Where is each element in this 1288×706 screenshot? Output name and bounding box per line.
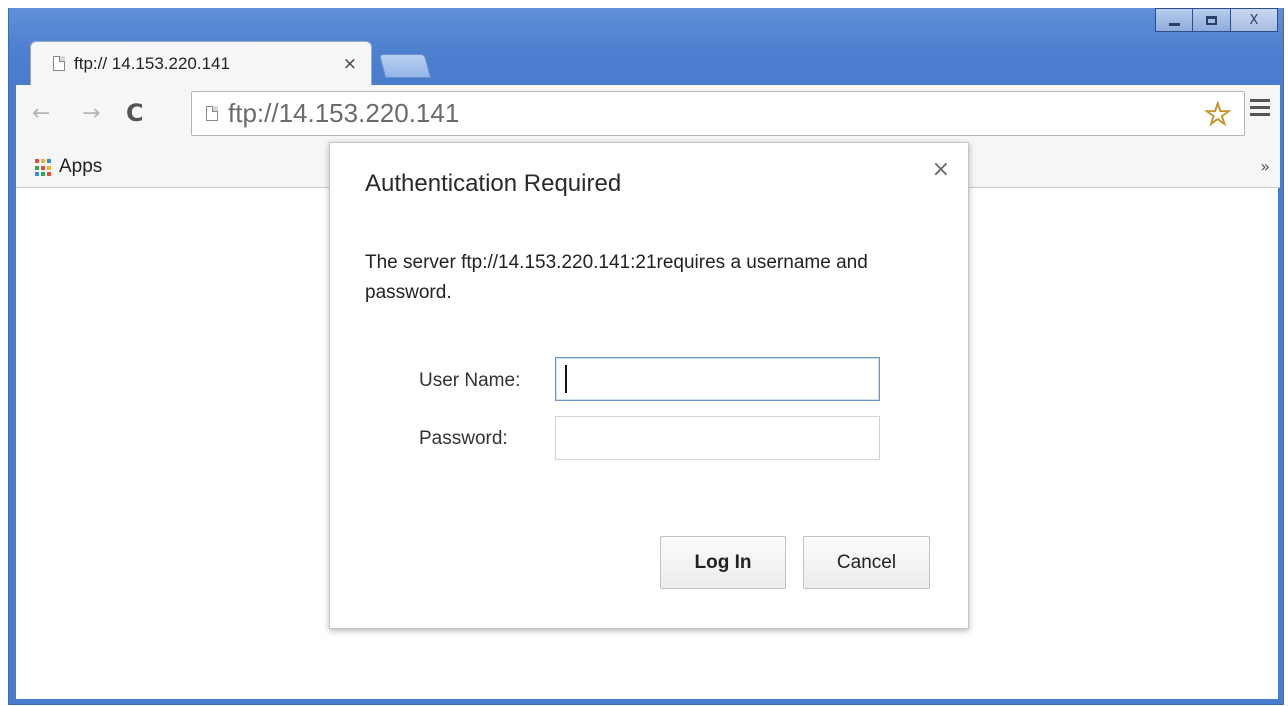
address-text: ftp://14.153.220.141: [228, 98, 460, 128]
dialog-title: Authentication Required: [365, 170, 622, 197]
forward-button[interactable]: →: [82, 101, 100, 126]
cancel-button[interactable]: Cancel: [803, 536, 930, 589]
username-label: User Name:: [419, 370, 521, 391]
window-close-button[interactable]: X: [1231, 8, 1278, 32]
apps-icon[interactable]: [35, 159, 53, 177]
password-field[interactable]: [555, 416, 880, 460]
apps-shortcut[interactable]: Apps: [59, 156, 102, 178]
login-button[interactable]: Log In: [660, 536, 786, 589]
auth-dialog: Authentication Required × The server ftp…: [329, 142, 969, 629]
maximize-icon: [1206, 15, 1217, 25]
maximize-button[interactable]: [1193, 8, 1231, 32]
dialog-close-button[interactable]: ×: [932, 157, 950, 182]
password-label: Password:: [419, 428, 508, 449]
toolbar: ← → C ftp://14.153.220.141 ☆: [16, 85, 1280, 145]
address-bar[interactable]: ftp://14.153.220.141 ☆: [191, 91, 1245, 136]
username-field[interactable]: [555, 357, 880, 401]
bookmarks-overflow-button[interactable]: »: [1260, 157, 1270, 176]
tab-close-button[interactable]: ×: [343, 54, 357, 74]
new-tab-button[interactable]: [378, 54, 432, 78]
window-controls: X: [1155, 8, 1278, 32]
minimize-icon: [1168, 22, 1180, 26]
menu-button[interactable]: [1250, 99, 1270, 120]
page-icon: [206, 106, 218, 121]
minimize-button[interactable]: [1155, 8, 1193, 32]
bookmark-star-icon[interactable]: ☆: [1203, 95, 1233, 134]
close-icon: X: [1249, 12, 1259, 28]
back-button[interactable]: ←: [32, 101, 50, 126]
window-frame-left: [9, 85, 16, 704]
reload-button[interactable]: C: [126, 99, 144, 127]
menu-icon-bar: [1250, 99, 1270, 102]
menu-icon-bar: [1250, 106, 1270, 109]
tab-title: ftp:// 14.153.220.141: [74, 53, 230, 73]
text-cursor: [565, 365, 567, 393]
dialog-message: The server ftp://14.153.220.141:21requir…: [365, 252, 868, 303]
window-frame-bottom: [9, 699, 1283, 704]
menu-icon-bar: [1250, 113, 1270, 116]
tab-active[interactable]: ftp:// 14.153.220.141 ×: [30, 41, 372, 85]
page-icon: [53, 56, 65, 71]
